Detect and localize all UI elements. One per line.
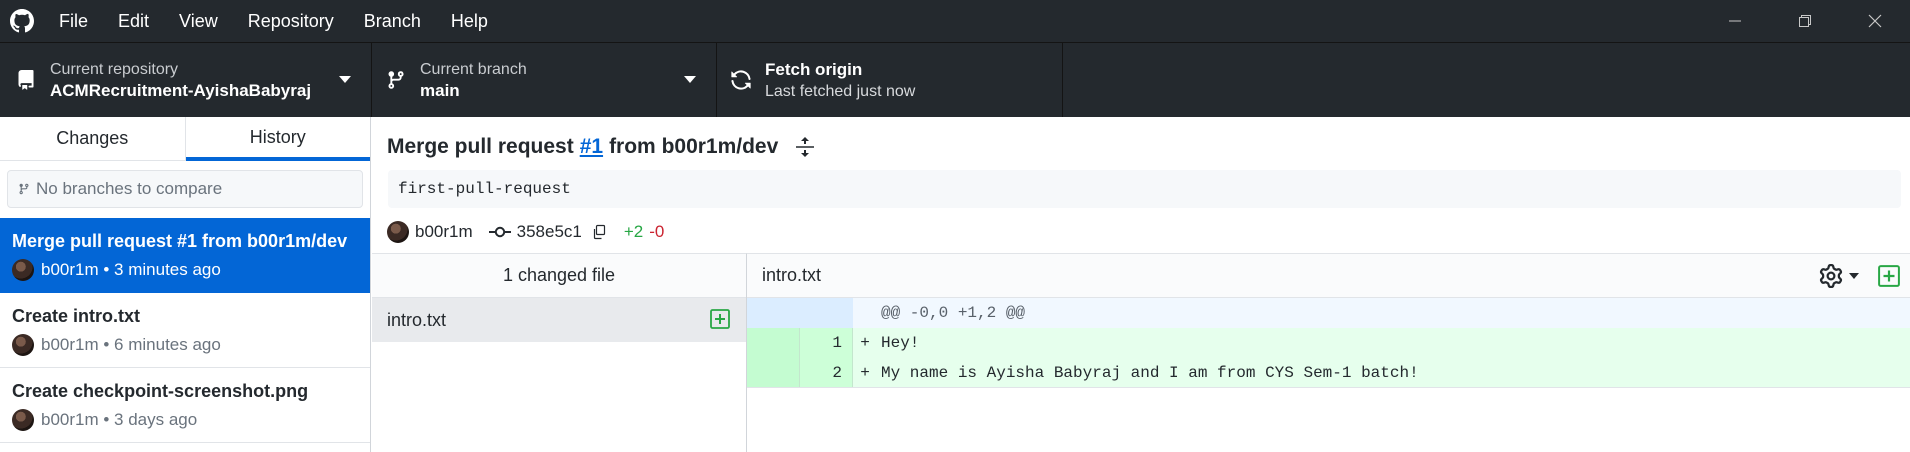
fetch-status: Last fetched just now xyxy=(765,82,916,100)
fetch-origin-button[interactable]: Fetch origin Last fetched just now xyxy=(717,43,1063,117)
gear-icon xyxy=(1819,264,1843,288)
repo-icon xyxy=(2,69,50,91)
file-added-icon xyxy=(710,309,730,329)
git-commit-icon xyxy=(488,225,511,239)
menu-repository[interactable]: Repository xyxy=(233,0,349,42)
minimize-button[interactable] xyxy=(1700,0,1770,42)
avatar xyxy=(387,221,409,243)
commit-meta: b00r1m • 3 minutes ago xyxy=(41,260,221,279)
line-number: 2 xyxy=(800,358,853,387)
git-branch-icon xyxy=(18,182,30,196)
avatar xyxy=(12,409,34,431)
menu-edit[interactable]: Edit xyxy=(103,0,164,42)
commit-title-prefix: Merge pull request xyxy=(387,135,574,158)
branch-compare-input[interactable]: No branches to compare xyxy=(7,170,363,208)
diff-line-text: My name is Ayisha Babyraj and I am from … xyxy=(881,364,1419,382)
diff-sign: + xyxy=(860,364,870,382)
menu-help[interactable]: Help xyxy=(436,0,503,42)
file-added-icon xyxy=(1878,265,1900,287)
repo-label: Current repository xyxy=(50,60,179,78)
line-number: 1 xyxy=(800,328,853,358)
restore-button[interactable] xyxy=(1770,0,1840,42)
diff-line-added[interactable]: 1 + Hey! xyxy=(747,328,1910,358)
git-branch-icon xyxy=(372,69,420,91)
deletions-count: -0 xyxy=(649,222,665,241)
file-list-item[interactable]: intro.txt xyxy=(372,298,746,342)
github-logo-icon xyxy=(0,0,44,42)
menu-view[interactable]: View xyxy=(164,0,233,42)
caret-down-icon xyxy=(1849,273,1859,279)
expand-summary-icon[interactable] xyxy=(794,136,816,158)
diff-line-text: Hey! xyxy=(881,334,920,352)
repo-name: ACMRecruitment-AyishaBabyraj xyxy=(50,80,312,100)
caret-down-icon xyxy=(339,76,351,84)
commit-meta: b00r1m • 3 days ago xyxy=(41,410,198,429)
file-name: intro.txt xyxy=(387,309,447,330)
sidebar: Changes History No branches to compare M… xyxy=(0,117,371,452)
commit-title: Merge pull request #1 from b00r1m/dev xyxy=(12,231,348,251)
changed-files-panel: 1 changed file intro.txt xyxy=(372,253,747,452)
commit-title: Create intro.txt xyxy=(12,306,141,326)
commit-summary-title: Merge pull request #1 from b00r1m/dev xyxy=(387,135,816,159)
commit-list: Merge pull request #1 from b00r1m/dev b0… xyxy=(0,218,370,443)
sync-icon xyxy=(717,69,765,91)
commit-title: Create checkpoint-screenshot.png xyxy=(12,381,309,401)
commit-details: b00r1m 358e5c1 +2 -0 xyxy=(387,221,664,243)
tab-changes[interactable]: Changes xyxy=(0,117,186,160)
diff-panel: intro.txt @@ -0,0 +1,2 @@ 1 + Hey! 2 + M… xyxy=(747,253,1910,452)
branch-label: Current branch xyxy=(420,60,527,78)
menu-branch[interactable]: Branch xyxy=(349,0,436,42)
compare-placeholder: No branches to compare xyxy=(36,179,223,198)
commit-meta: b00r1m • 6 minutes ago xyxy=(41,335,221,354)
commit-list-item[interactable]: Create checkpoint-screenshot.png b00r1m … xyxy=(0,368,370,443)
diff-hunk-header: @@ -0,0 +1,2 @@ xyxy=(747,298,1910,328)
commit-sha: 358e5c1 xyxy=(516,222,582,241)
commit-list-item[interactable]: Merge pull request #1 from b00r1m/dev b0… xyxy=(0,218,370,293)
commit-description: first-pull-request xyxy=(388,170,1901,208)
diff-sign: + xyxy=(860,334,870,352)
commit-list-item[interactable]: Create intro.txt b00r1m • 6 minutes ago xyxy=(0,293,370,368)
caret-down-icon xyxy=(684,76,696,84)
close-window-button[interactable] xyxy=(1840,0,1910,42)
title-bar: File Edit View Repository Branch Help xyxy=(0,0,1910,42)
current-repository-button[interactable]: Current repository ACMRecruitment-Ayisha… xyxy=(0,43,372,117)
additions-count: +2 xyxy=(623,222,644,241)
fetch-title: Fetch origin xyxy=(765,59,863,79)
diff-filename: intro.txt xyxy=(762,265,822,285)
avatar xyxy=(12,334,34,356)
menu-file[interactable]: File xyxy=(44,0,103,42)
commit-title-suffix: from b00r1m/dev xyxy=(609,135,779,158)
avatar xyxy=(12,259,34,281)
tab-bar: Changes History xyxy=(0,117,370,161)
branch-name: main xyxy=(420,80,460,100)
changed-files-header: 1 changed file xyxy=(372,254,746,298)
commit-summary: Merge pull request #1 from b00r1m/dev fi… xyxy=(372,117,1910,253)
current-branch-button[interactable]: Current branch main xyxy=(372,43,717,117)
diff-line-added[interactable]: 2 + My name is Ayisha Babyraj and I am f… xyxy=(747,358,1910,388)
diff-header: intro.txt xyxy=(747,254,1910,298)
pull-request-link[interactable]: #1 xyxy=(580,135,603,159)
hunk-text: @@ -0,0 +1,2 @@ xyxy=(881,304,1026,322)
copy-icon[interactable] xyxy=(592,224,606,240)
toolbar: Current repository ACMRecruitment-Ayisha… xyxy=(0,42,1910,117)
diff-options-button[interactable] xyxy=(1819,264,1860,288)
commit-author: b00r1m xyxy=(415,222,473,241)
tab-history[interactable]: History xyxy=(185,117,370,161)
